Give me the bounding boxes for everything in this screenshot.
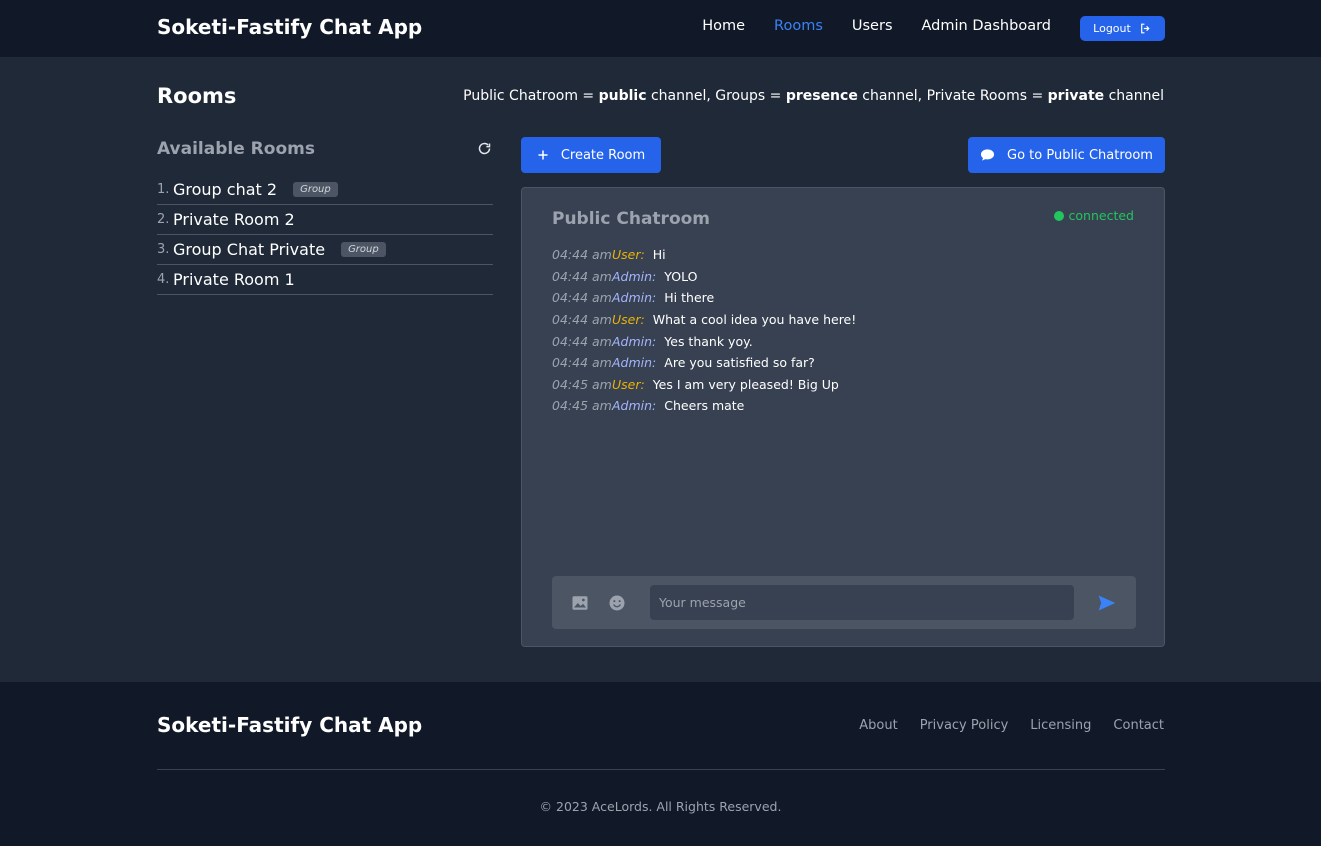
chat-panel: Public Chatroom connected 04:44 am User:…	[521, 187, 1165, 647]
room-name: Group Chat Private	[173, 240, 326, 259]
message-time: 04:44 am	[552, 290, 612, 306]
message-sender: Admin:	[612, 398, 657, 414]
plus-icon	[538, 150, 548, 160]
message-sender: Admin:	[612, 355, 657, 371]
room-item[interactable]: 4. Private Room 1	[157, 265, 493, 295]
create-room-button[interactable]: Create Room	[521, 137, 661, 173]
emoji-icon[interactable]	[608, 594, 626, 612]
legend-text-4: channel	[1104, 88, 1164, 104]
message-text: Yes I am very pleased! Big Up	[652, 376, 839, 392]
available-rooms-heading: Available Rooms	[157, 139, 315, 159]
footer-divider	[157, 769, 1165, 770]
message-time: 04:44 am	[552, 312, 612, 328]
message-row: 04:45 am Admin: Cheers mate	[552, 395, 1132, 417]
footer: Soketi-Fastify Chat App About Privacy Po…	[0, 682, 1321, 846]
nav-link-rooms[interactable]: Rooms	[774, 18, 823, 34]
legend-presence: presence	[785, 88, 858, 104]
brand-title[interactable]: Soketi-Fastify Chat App	[157, 15, 422, 39]
page-bottom-edge	[0, 846, 1321, 859]
message-time: 04:45 am	[552, 398, 612, 414]
group-badge: Group	[341, 242, 386, 257]
message-time: 04:44 am	[552, 355, 612, 371]
message-input[interactable]	[650, 585, 1074, 620]
nav-link-home[interactable]: Home	[702, 18, 745, 34]
room-number: 1.	[157, 182, 170, 197]
legend-text-1: Public Chatroom =	[463, 88, 599, 104]
refresh-icon[interactable]	[477, 141, 492, 156]
legend-text-2: channel, Groups =	[646, 88, 786, 104]
room-list: 1. Group chat 2 Group 2. Private Room 2 …	[157, 175, 493, 295]
status-dot-icon	[1053, 210, 1064, 221]
channel-legend: Public Chatroom = public channel, Groups…	[463, 88, 1164, 104]
message-row: 04:44 am User: What a cool idea you have…	[552, 309, 1132, 331]
message-row: 04:44 am Admin: Are you satisfied so far…	[552, 352, 1132, 374]
create-room-label: Create Room	[560, 147, 646, 163]
chat-title: Public Chatroom	[552, 209, 711, 229]
message-row: 04:45 am User: Yes I am very pleased! Bi…	[552, 374, 1132, 396]
message-text: YOLO	[664, 268, 698, 284]
image-icon[interactable]	[571, 594, 589, 612]
footer-link-about[interactable]: About	[859, 718, 897, 733]
message-time: 04:44 am	[552, 333, 612, 349]
message-sender: User:	[612, 247, 645, 263]
message-list: 04:44 am User: Hi 04:44 am Admin: YOLO 0…	[552, 244, 1132, 417]
room-number: 4.	[157, 272, 170, 287]
message-time: 04:44 am	[552, 268, 612, 284]
logout-label: Logout	[1093, 22, 1131, 35]
go-public-label: Go to Public Chatroom	[1007, 147, 1153, 163]
copyright: © 2023 AceLords. All Rights Reserved.	[539, 799, 782, 814]
nav-link-users[interactable]: Users	[852, 18, 893, 34]
room-number: 2.	[157, 212, 170, 227]
send-icon[interactable]	[1097, 593, 1117, 613]
room-name: Private Room 1	[173, 270, 295, 289]
chat-bubble-icon	[980, 149, 995, 161]
room-number: 3.	[157, 242, 170, 257]
message-sender: Admin:	[612, 333, 657, 349]
legend-public: public	[598, 88, 647, 104]
room-item[interactable]: 3. Group Chat Private Group	[157, 235, 493, 265]
status-label: connected	[1068, 208, 1134, 223]
legend-private: private	[1047, 88, 1105, 104]
logout-icon	[1140, 23, 1150, 34]
message-row: 04:44 am Admin: Hi there	[552, 287, 1132, 309]
message-composer	[552, 576, 1136, 629]
message-sender: User:	[612, 312, 645, 328]
message-sender: Admin:	[612, 268, 657, 284]
room-item[interactable]: 2. Private Room 2	[157, 205, 493, 235]
footer-link-contact[interactable]: Contact	[1113, 718, 1164, 733]
message-row: 04:44 am Admin: Yes thank yoy.	[552, 330, 1132, 352]
connection-status: connected	[1053, 208, 1134, 223]
room-item[interactable]: 1. Group chat 2 Group	[157, 175, 493, 205]
message-time: 04:45 am	[552, 376, 612, 392]
navbar: Soketi-Fastify Chat App Home Rooms Users…	[0, 0, 1321, 58]
message-row: 04:44 am User: Hi	[552, 244, 1132, 266]
page-title: Rooms	[157, 84, 237, 108]
nav-link-admin-dashboard[interactable]: Admin Dashboard	[922, 18, 1052, 34]
go-public-chatroom-button[interactable]: Go to Public Chatroom	[968, 137, 1165, 173]
message-text: Yes thank yoy.	[664, 333, 753, 349]
message-text: Cheers mate	[664, 398, 745, 414]
footer-brand[interactable]: Soketi-Fastify Chat App	[157, 713, 422, 737]
legend-text-3: channel, Private Rooms =	[857, 88, 1048, 104]
room-name: Private Room 2	[173, 210, 295, 229]
footer-link-privacy-policy[interactable]: Privacy Policy	[920, 718, 1009, 733]
message-row: 04:44 am Admin: YOLO	[552, 266, 1132, 288]
footer-link-licensing[interactable]: Licensing	[1030, 718, 1091, 733]
group-badge: Group	[293, 182, 338, 197]
nav-links: Home Rooms Users Admin Dashboard	[702, 18, 1051, 34]
message-text: What a cool idea you have here!	[652, 312, 857, 328]
message-sender: Admin:	[612, 290, 657, 306]
logout-button[interactable]: Logout	[1080, 16, 1165, 41]
message-text: Are you satisfied so far?	[664, 355, 815, 371]
message-sender: User:	[612, 376, 645, 392]
room-name: Group chat 2	[173, 180, 278, 199]
footer-links: About Privacy Policy Licensing Contact	[859, 718, 1164, 733]
message-time: 04:44 am	[552, 247, 612, 263]
message-text: Hi there	[664, 290, 715, 306]
message-text: Hi	[652, 247, 666, 263]
